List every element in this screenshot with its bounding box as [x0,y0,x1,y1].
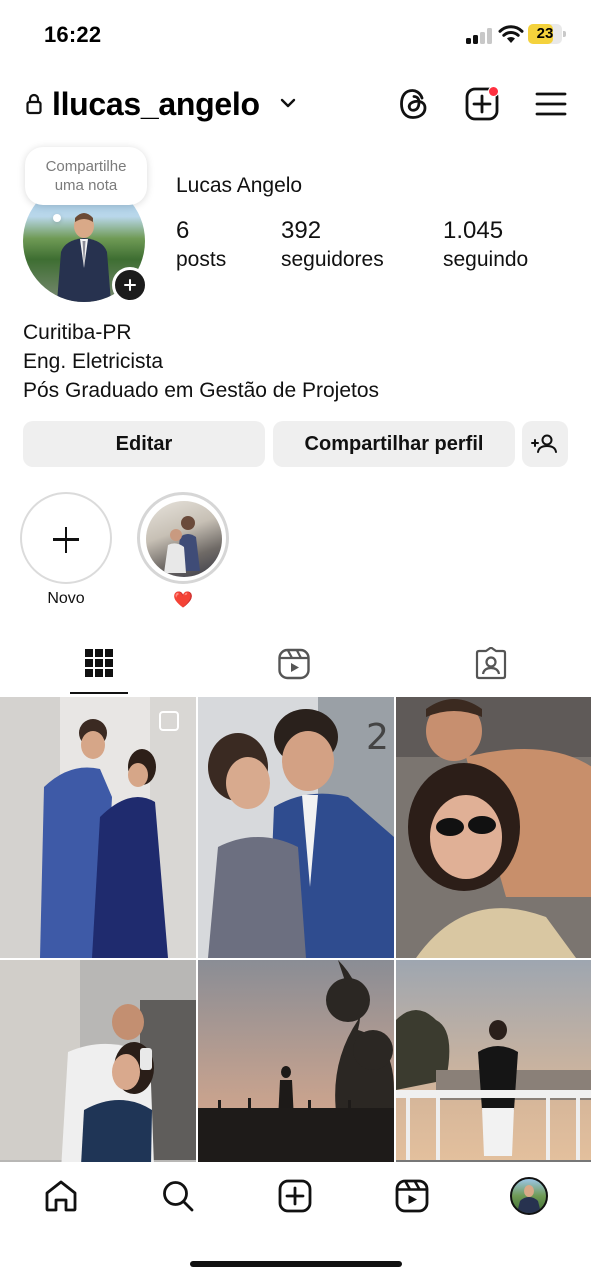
home-indicator [190,1261,402,1267]
post-thumbnail[interactable] [0,960,196,1162]
active-tab-indicator [70,692,128,694]
reels-icon [278,648,310,680]
profile-avatar-tab[interactable] [510,1177,548,1215]
following-label: seguindo [443,248,529,271]
profile-tabs [0,640,591,696]
highlight-item[interactable]: ❤️ [137,492,229,610]
threads-icon[interactable] [396,86,432,122]
followers-label: seguidores [281,248,384,271]
share-profile-button[interactable]: Compartilhar perfil [273,421,515,467]
posts-stat[interactable]: 6 posts [176,216,226,274]
posts-label: posts [176,248,227,271]
note-bubble[interactable]: Compartilhe uma nota [25,147,147,205]
full-name: Lucas Angelo [176,174,303,197]
battery-icon: 23 [528,24,566,44]
following-stat[interactable]: 1.045 seguindo [443,216,528,274]
followers-stat[interactable]: 392 seguidores [281,216,384,274]
username-switcher[interactable]: llucas_angelo [52,86,260,123]
note-bubble-tail [53,214,61,222]
plus-icon [20,492,112,584]
post-thumbnail[interactable] [0,697,196,958]
note-text: Compartilhe uma nota [45,158,127,194]
tab-tagged[interactable] [394,640,591,696]
status-bar: 16:22 23 [0,0,591,70]
reels-icon[interactable] [394,1178,430,1214]
post-thumbnail[interactable] [198,960,394,1162]
cellular-signal-icon [466,28,492,44]
create-icon[interactable] [277,1178,313,1214]
grid-icon [85,649,113,677]
tagged-icon [475,647,507,680]
tab-posts-grid[interactable] [0,640,197,696]
bio-line: Pós Graduado em Gestão de Projetos [23,379,380,402]
posts-grid: 2 [0,697,591,1162]
highlight-new[interactable]: Novo [20,492,112,608]
highlight-label: ❤️ [173,592,193,609]
bio: Curitiba-PR Eng. Eletricista Pós Graduad… [23,318,379,405]
add-person-icon [531,434,557,453]
bio-line: Eng. Eletricista [23,350,164,373]
svg-text:2: 2 [366,717,389,758]
highlight-label: Novo [47,590,85,607]
highlight-cover [146,501,222,577]
posts-count: 6 [176,217,190,244]
chevron-down-icon[interactable] [279,96,297,110]
bottom-nav [0,1162,591,1242]
notification-dot [488,86,499,97]
post-thumbnail[interactable]: 2 [198,697,394,958]
battery-level: 23 [536,25,554,42]
bio-line: Curitiba-PR [23,321,132,344]
menu-icon[interactable] [533,86,569,122]
lock-icon [26,93,42,115]
search-icon[interactable] [160,1178,196,1214]
status-time: 16:22 [44,22,102,47]
followers-count: 392 [281,217,322,244]
profile-header: llucas_angelo [0,80,591,132]
discover-people-button[interactable] [522,421,568,467]
edit-profile-button[interactable]: Editar [23,421,265,467]
add-story-button[interactable] [112,267,148,303]
post-thumbnail[interactable] [396,960,591,1162]
following-count: 1.045 [443,217,504,244]
tab-reels[interactable] [197,640,394,696]
home-icon[interactable] [43,1178,79,1214]
wifi-icon [498,25,524,43]
post-thumbnail[interactable] [396,697,591,958]
